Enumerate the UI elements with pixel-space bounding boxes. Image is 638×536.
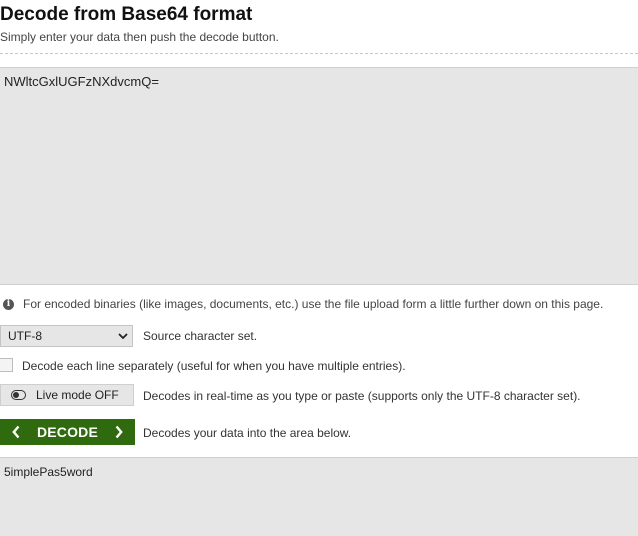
chevron-down-icon (114, 326, 132, 346)
charset-selected-value: UTF-8 (8, 329, 42, 343)
decode-button[interactable]: DECODE (0, 419, 135, 445)
chevron-left-icon (12, 425, 20, 439)
each-line-label: Decode each line separately (useful for … (22, 359, 406, 373)
divider (0, 53, 638, 54)
input-textarea[interactable]: NWltcGxlUGFzNXdvcmQ= (0, 67, 638, 285)
info-icon: i (3, 298, 14, 310)
each-line-checkbox[interactable] (0, 358, 13, 372)
page-title: Decode from Base64 format (0, 4, 253, 25)
toggle-off-icon (11, 390, 26, 400)
decode-description: Decodes your data into the area below. (143, 426, 352, 440)
live-mode-description: Decodes in real-time as you type or past… (143, 389, 581, 403)
charset-select[interactable]: UTF-8 (0, 325, 133, 347)
charset-label: Source character set. (143, 329, 258, 343)
info-note: i For encoded binaries (like images, doc… (0, 296, 603, 312)
chevron-right-icon (115, 425, 123, 439)
live-mode-button[interactable]: Live mode OFF (0, 384, 134, 406)
decode-button-label: DECODE (36, 424, 99, 440)
page-subtitle: Simply enter your data then push the dec… (0, 30, 279, 44)
output-textarea[interactable]: 5implePas5word (0, 457, 638, 536)
live-mode-label: Live mode OFF (36, 388, 119, 402)
info-text: For encoded binaries (like images, docum… (23, 297, 604, 311)
decode-page: Decode from Base64 format Simply enter y… (0, 0, 638, 536)
